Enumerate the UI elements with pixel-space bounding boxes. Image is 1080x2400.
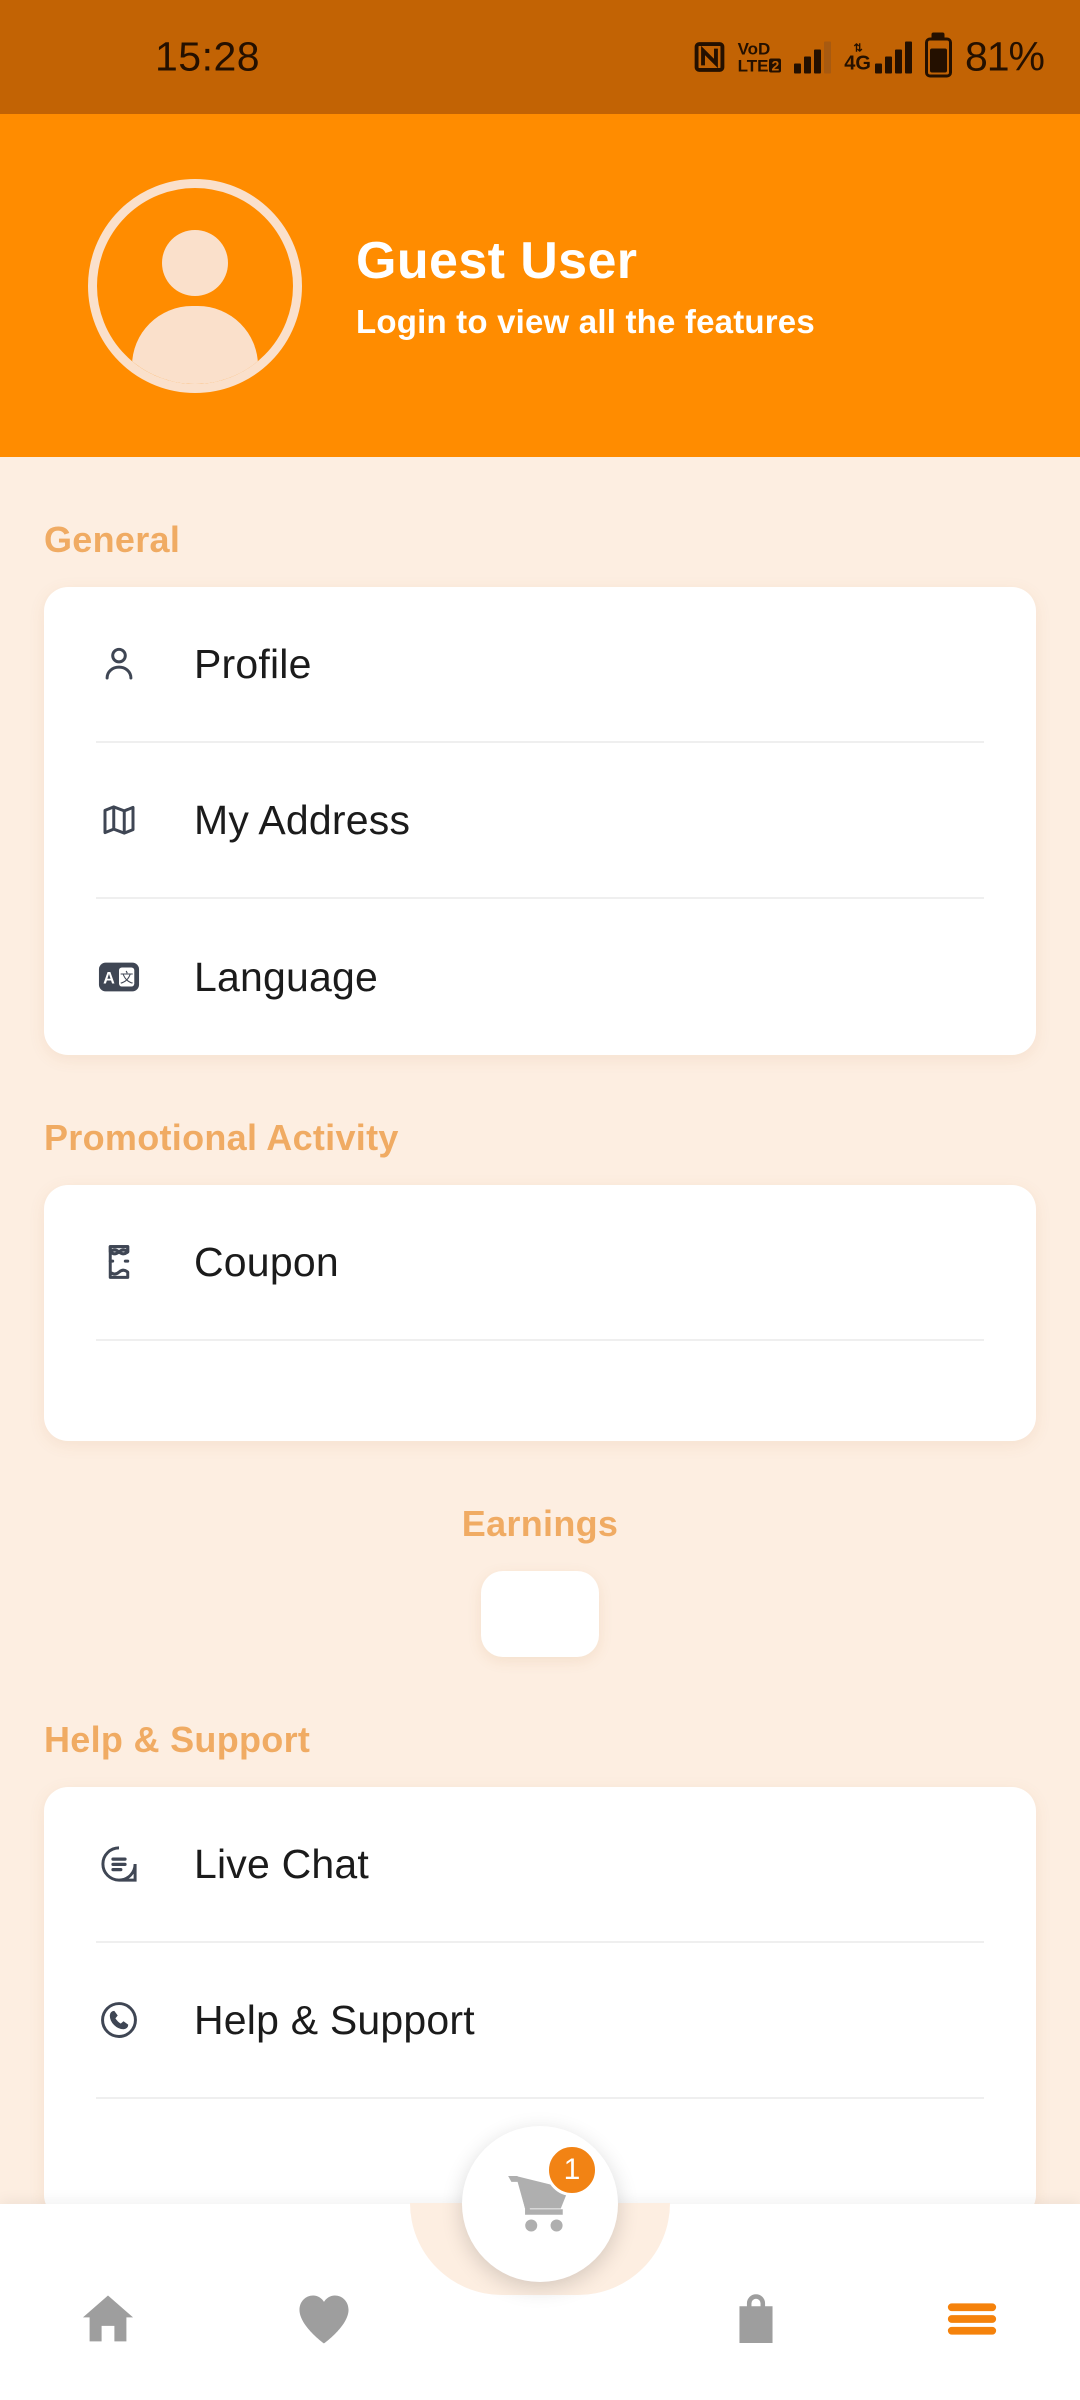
menu-item-label: Live Chat: [194, 1840, 370, 1887]
coupon-ticket-icon: [96, 1239, 142, 1285]
svg-text:文: 文: [120, 971, 133, 987]
nav-item-menu[interactable]: [864, 2204, 1080, 2400]
phone-circle-icon: [96, 1997, 142, 2043]
cart-badge: 1: [546, 2144, 598, 2196]
home-icon: [76, 2287, 140, 2351]
menu-item-label: Help & Support: [194, 1996, 475, 2043]
menu-item-label: My Address: [194, 796, 411, 843]
signal-bars-icon-2: [874, 41, 912, 73]
section-title-general: General: [44, 519, 181, 560]
shopping-bag-icon: [724, 2287, 788, 2351]
menu-item-label: Profile: [194, 640, 312, 687]
volte-line2: LTE: [737, 56, 769, 75]
volte-indicator: VoD LTE 2: [738, 40, 782, 74]
mobile-data-indicator: ⇅ 4G: [844, 41, 912, 73]
battery-percent-label: 81%: [964, 33, 1045, 80]
section-title-help-support: Help & Support: [44, 1719, 311, 1760]
user-name: Guest User: [356, 231, 638, 290]
status-bar: 15:28 VoD LTE 2 ⇅ 4G 81%: [0, 0, 1080, 114]
menu-item-label: Coupon: [194, 1238, 339, 1285]
nav-item-home[interactable]: [0, 2204, 216, 2400]
nav-item-orders[interactable]: [648, 2204, 864, 2400]
card-general: Profile My Address A 文 Language: [44, 587, 1036, 1055]
battery-icon: [924, 37, 952, 77]
menu-item-language[interactable]: A 文 Language: [96, 899, 984, 1055]
hamburger-menu-icon: [940, 2287, 1004, 2351]
bottom-navigation-bar: 1: [0, 2126, 1080, 2400]
menu-item-my-address[interactable]: My Address: [96, 743, 984, 899]
app-screen: 15:28 VoD LTE 2 ⇅ 4G 81% Guest User Logi…: [0, 0, 1080, 2400]
chat-bubble-icon: [96, 1841, 142, 1887]
card-spacer: [96, 1341, 984, 1441]
menu-item-coupon[interactable]: Coupon: [96, 1185, 984, 1341]
profile-header[interactable]: Guest User Login to view all the feature…: [0, 114, 1080, 457]
menu-item-live-chat[interactable]: Live Chat: [96, 1787, 984, 1943]
heart-icon: [292, 2287, 356, 2351]
signal-bars-icon: [794, 41, 832, 73]
earnings-empty-card[interactable]: [481, 1571, 599, 1657]
card-promotional-activity: Coupon: [44, 1185, 1036, 1441]
avatar-body-icon: [132, 305, 258, 384]
menu-item-help-support[interactable]: Help & Support: [96, 1943, 984, 2099]
section-title-earnings: Earnings: [461, 1503, 619, 1544]
menu-item-profile[interactable]: Profile: [96, 587, 984, 743]
profile-header-text: Guest User Login to view all the feature…: [356, 231, 815, 341]
settings-content: General Profile My Address A 文 Language …: [0, 457, 1080, 2400]
svg-text:A: A: [103, 970, 115, 988]
menu-item-label: Language: [194, 953, 379, 1000]
person-icon: [96, 641, 142, 687]
network-type-label: ⇅ 4G: [844, 42, 871, 74]
nfc-icon: [694, 42, 725, 73]
avatar[interactable]: [88, 178, 302, 393]
translate-icon: A 文: [96, 954, 142, 1000]
nav-item-wishlist[interactable]: [216, 2204, 432, 2400]
section-title-promotional-activity: Promotional Activity: [44, 1117, 399, 1158]
volte-sim-number: 2: [769, 57, 782, 74]
status-bar-clock: 15:28: [155, 33, 261, 80]
volte-line1: VoD: [737, 39, 771, 58]
cart-floating-button[interactable]: 1: [462, 2126, 618, 2282]
avatar-head-icon: [162, 229, 228, 296]
login-prompt[interactable]: Login to view all the features: [356, 303, 815, 341]
map-icon: [96, 797, 142, 843]
status-bar-icons: VoD LTE 2 ⇅ 4G 81%: [694, 33, 1045, 81]
